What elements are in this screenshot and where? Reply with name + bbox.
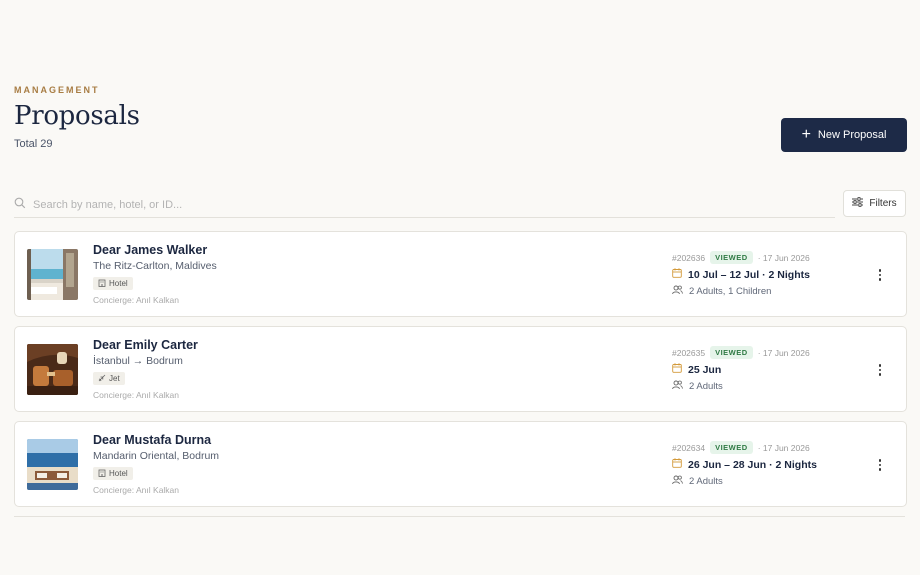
guests-text: 2 Adults (689, 381, 723, 392)
page-title: Proposals (14, 101, 140, 131)
category-tag: Hotel (93, 467, 133, 480)
building-icon (98, 469, 106, 479)
calendar-icon (672, 268, 682, 281)
guest-count: 2 Adults, 1 Children (672, 285, 771, 298)
status-badge: VIEWED (710, 251, 753, 264)
client-name[interactable]: Dear Mustafa Durna (93, 433, 211, 447)
users-icon (672, 285, 683, 298)
more-options-icon[interactable] (873, 455, 887, 475)
filters-label: Filters (869, 198, 897, 209)
proposal-id: #202634 (672, 442, 706, 453)
category-tag: Jet (93, 372, 125, 385)
proposal-id: #202635 (672, 347, 706, 358)
concierge-name: Anıl Kalkan (136, 390, 180, 400)
guests-text: 2 Adults, 1 Children (689, 286, 772, 297)
concierge-label: Concierge: (93, 485, 135, 495)
category-tag: Hotel (93, 277, 133, 290)
concierge: Concierge: Anıl Kalkan (93, 485, 179, 495)
concierge-label: Concierge: (93, 390, 135, 400)
concierge: Concierge: Anıl Kalkan (93, 295, 179, 305)
guest-count: 2 Adults (672, 380, 723, 393)
proposal-id: #202636 (672, 252, 706, 263)
dates-text: 25 Jun (688, 363, 722, 376)
concierge: Concierge: Anıl Kalkan (93, 390, 179, 400)
search-bar (14, 192, 835, 218)
route: İstanbul → Bodrum (93, 355, 183, 367)
jet-interior-thumbnail (27, 344, 78, 395)
concierge-name: Anıl Kalkan (136, 485, 180, 495)
resort-thumbnail (27, 439, 78, 490)
calendar-icon (672, 458, 682, 471)
search-icon (14, 196, 26, 214)
next-card-edge (14, 516, 905, 517)
proposal-meta: #202636 VIEWED · 17 Jun 2026 (672, 251, 810, 264)
building-icon (98, 279, 106, 289)
proposal-card[interactable]: Dear James Walker The Ritz-Carlton, Mald… (14, 231, 907, 317)
guests-text: 2 Adults (689, 476, 723, 487)
status-badge: VIEWED (710, 346, 753, 359)
proposal-card[interactable]: Dear Emily Carter İstanbul → Bodrum Jet … (14, 326, 907, 412)
hotel-name: Mandarin Oriental, Bodrum (93, 450, 220, 462)
trip-dates: 25 Jun (672, 363, 721, 376)
stay-dates: 26 Jun – 28 Jun · 2 Nights (672, 458, 817, 471)
client-name[interactable]: Dear James Walker (93, 243, 207, 257)
tag-label: Hotel (109, 279, 128, 288)
new-proposal-label: New Proposal (817, 129, 887, 141)
new-proposal-button[interactable]: + New Proposal (781, 118, 907, 152)
tag-label: Jet (109, 374, 120, 383)
search-input[interactable] (33, 198, 835, 211)
filters-button[interactable]: Filters (843, 190, 906, 217)
calendar-icon (672, 363, 682, 376)
proposal-meta: #202634 VIEWED · 17 Jun 2026 (672, 441, 810, 454)
plane-icon (98, 374, 106, 384)
client-name[interactable]: Dear Emily Carter (93, 338, 198, 352)
stay-dates: 10 Jul – 12 Jul · 2 Nights (672, 268, 810, 281)
concierge-label: Concierge: (93, 295, 135, 305)
sent-date: · 17 Jun 2026 (757, 442, 810, 453)
sent-date: · 17 Jun 2026 (757, 252, 810, 263)
status-badge: VIEWED (710, 441, 753, 454)
concierge-name: Anıl Kalkan (136, 295, 180, 305)
more-options-icon[interactable] (873, 265, 887, 285)
proposal-meta: #202635 VIEWED · 17 Jun 2026 (672, 346, 810, 359)
plus-icon: + (801, 125, 811, 143)
more-options-icon[interactable] (873, 360, 887, 380)
dates-text: 26 Jun – 28 Jun · 2 Nights (688, 458, 817, 471)
proposal-card[interactable]: Dear Mustafa Durna Mandarin Oriental, Bo… (14, 421, 907, 507)
hotel-room-thumbnail (27, 249, 78, 300)
total-count: Total 29 (14, 138, 53, 150)
users-icon (672, 380, 683, 393)
sliders-icon (852, 197, 864, 210)
hotel-name: The Ritz-Carlton, Maldives (93, 260, 217, 272)
eyebrow-label: MANAGEMENT (14, 85, 100, 95)
sent-date: · 17 Jun 2026 (757, 347, 810, 358)
users-icon (672, 475, 683, 488)
tag-label: Hotel (109, 469, 128, 478)
dates-text: 10 Jul – 12 Jul · 2 Nights (688, 268, 810, 281)
guest-count: 2 Adults (672, 475, 723, 488)
